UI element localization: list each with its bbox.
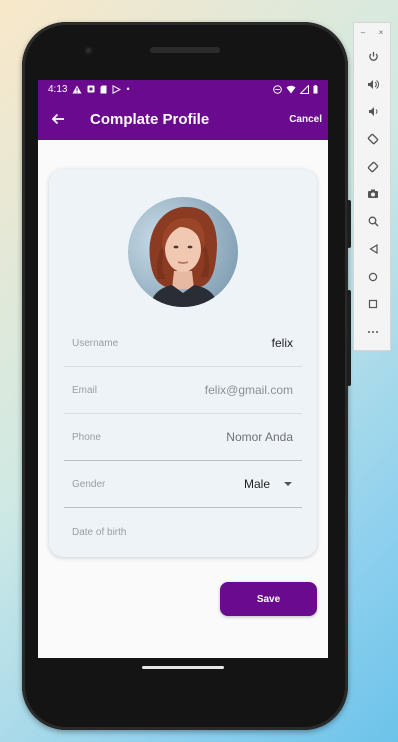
- phone-power-key: [347, 200, 351, 248]
- earpiece-speaker: [150, 47, 220, 53]
- back-button[interactable]: [44, 98, 72, 140]
- date-of-birth-label: Date of birth: [72, 526, 127, 538]
- toolbar-window-controls: – ×: [354, 23, 390, 43]
- close-icon[interactable]: ×: [379, 28, 384, 43]
- back-icon: [368, 244, 378, 255]
- more-button[interactable]: [354, 318, 392, 346]
- gender-row: Gender Male: [64, 461, 302, 508]
- volume-down-button[interactable]: [354, 98, 392, 126]
- email-field[interactable]: Email felix@gmail.com: [64, 367, 302, 414]
- arrow-left-icon: [51, 113, 64, 125]
- cancel-button[interactable]: Cancel: [289, 114, 322, 125]
- device-screen: 4:13 • Complate Profile Cancel Username …: [38, 80, 328, 658]
- page-title: Complate Profile: [90, 110, 210, 128]
- dot-icon: •: [126, 83, 130, 94]
- username-row: Username felix: [64, 320, 302, 367]
- volume-up-icon: [368, 79, 379, 89]
- emulator-toolbar: – ×: [353, 22, 391, 351]
- notification-icon: [87, 85, 95, 93]
- overview-icon: [368, 300, 378, 309]
- more-icon: [368, 330, 378, 333]
- front-camera: [84, 46, 93, 55]
- email-label: Email: [72, 384, 98, 396]
- profile-photo: [128, 197, 238, 307]
- email-placeholder: felix@gmail.com: [204, 383, 293, 397]
- rotate-left-button[interactable]: [354, 126, 392, 154]
- status-bar: 4:13 •: [38, 80, 328, 98]
- play-store-icon: [112, 84, 122, 94]
- volume-up-button[interactable]: [354, 71, 392, 99]
- gender-label: Gender: [72, 478, 106, 490]
- save-button[interactable]: Save: [220, 582, 317, 616]
- app-bar: Complate Profile Cancel: [38, 98, 328, 140]
- system-nav-bar: [38, 658, 328, 716]
- rotate-left-icon: [367, 134, 379, 145]
- gender-dropdown[interactable]: Male: [244, 477, 292, 491]
- home-button[interactable]: [354, 263, 392, 291]
- power-icon: [368, 52, 378, 62]
- sd-card-icon: [100, 85, 107, 93]
- zoom-icon: [368, 216, 379, 227]
- phone-label: Phone: [72, 431, 101, 443]
- wifi-icon: [286, 85, 296, 93]
- home-gesture-bar[interactable]: [142, 666, 224, 669]
- battery-icon: [313, 84, 318, 93]
- camera-icon: [368, 189, 378, 199]
- screenshot-button[interactable]: [354, 181, 392, 209]
- phone-placeholder: Nomor Anda: [226, 430, 293, 444]
- signal-icon: [300, 84, 309, 94]
- zoom-button[interactable]: [354, 208, 392, 236]
- back-button[interactable]: [354, 236, 392, 264]
- status-time: 4:13: [48, 83, 68, 95]
- rotate-right-button[interactable]: [354, 153, 392, 181]
- username-value: felix: [271, 336, 293, 350]
- minimize-icon[interactable]: –: [361, 28, 365, 43]
- avatar[interactable]: [128, 197, 238, 307]
- home-icon: [368, 272, 378, 281]
- phone-volume-key: [347, 290, 351, 386]
- phone-frame: 4:13 • Complate Profile Cancel Username …: [22, 22, 351, 730]
- chevron-down-icon: [284, 482, 292, 486]
- overview-button[interactable]: [354, 291, 392, 319]
- phone-field[interactable]: Phone Nomor Anda: [64, 414, 302, 461]
- profile-card: Username felix Email felix@gmail.com Pho…: [49, 169, 317, 557]
- gender-value: Male: [243, 477, 270, 491]
- date-of-birth-field[interactable]: Date of birth: [64, 509, 302, 555]
- username-label: Username: [72, 337, 119, 349]
- warning-icon: [72, 85, 82, 93]
- volume-down-icon: [368, 107, 377, 117]
- dnd-icon: [273, 84, 282, 94]
- power-button[interactable]: [354, 43, 392, 71]
- rotate-right-icon: [367, 161, 379, 172]
